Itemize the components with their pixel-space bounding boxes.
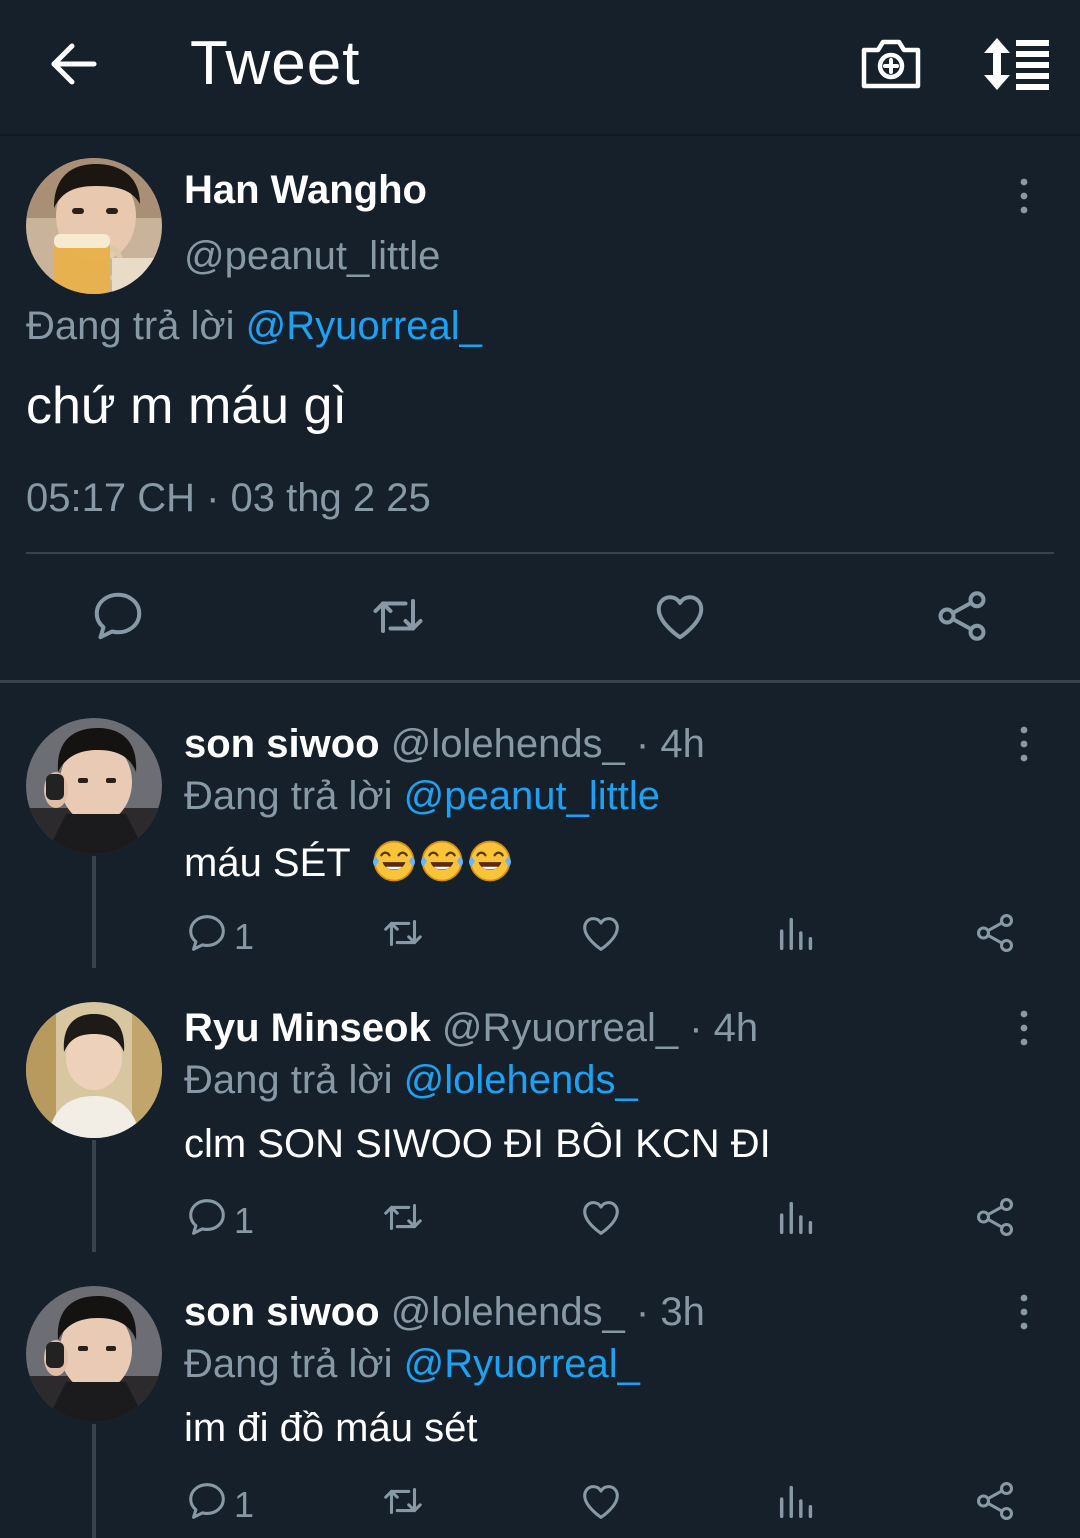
tweet-text: chứ m máu gì [26,377,347,435]
camera-add-icon[interactable] [858,34,924,94]
thread-line [92,1424,96,1538]
reply-button[interactable]: 1 [184,1194,284,1244]
replying-to-mention[interactable]: @lolehends_ [404,1058,638,1102]
retweet-icon[interactable] [368,586,428,646]
analytics-icon[interactable] [774,1478,820,1528]
replying-to: Đang trả lời @Ryuorreal_ [184,1342,640,1387]
reply-text: clm SON SIWOO ĐI BÔI KCN ĐI [184,1122,771,1166]
like-icon[interactable] [578,1194,624,1244]
main-tweet: Han Wangho @peanut_little Đang trả lời @… [0,136,1080,680]
more-options-icon[interactable] [1004,1292,1044,1342]
retweet-icon[interactable] [380,910,426,960]
reply-text-row: máu SÉT [184,838,513,886]
author-handle-time: @lolehends_ · 4h [390,722,705,766]
reply-icon [184,1194,230,1240]
share-icon[interactable] [972,1478,1018,1528]
avatar[interactable] [26,1286,162,1422]
share-icon[interactable] [972,1194,1018,1244]
author-handle-time: @Ryuorreal_ · 4h [441,1006,759,1050]
author-name[interactable]: Ryu Minseok [184,1006,431,1050]
reply-icon [184,910,230,956]
replying-to: Đang trả lời @lolehends_ [184,1058,638,1103]
replying-prefix: Đang trả lời [184,1342,393,1386]
author-name[interactable]: son siwoo [184,722,380,766]
like-icon[interactable] [650,586,710,646]
replying-prefix: Đang trả lời [184,774,393,818]
app-header: Tweet [0,0,1080,136]
reply-count: 1 [234,916,255,957]
replying-to-mention[interactable]: @peanut_little [404,774,660,818]
reply-button[interactable]: 1 [184,910,284,960]
reply-tweet[interactable]: son siwoo @lolehends_ · 4h Đang trả lời … [0,684,1080,968]
analytics-icon[interactable] [774,910,820,960]
more-options-icon[interactable] [1004,724,1044,774]
sort-replies-icon[interactable] [980,34,1052,94]
avatar[interactable] [26,158,162,294]
author-handle[interactable]: @peanut_little [184,234,440,279]
reply-count: 1 [234,1200,255,1241]
reply-tweet[interactable]: Ryu Minseok @Ryuorreal_ · 4h Đang trả lờ… [0,968,1080,1252]
divider [26,552,1054,554]
reply-icon[interactable] [88,586,148,646]
share-icon[interactable] [972,910,1018,960]
avatar[interactable] [26,1002,162,1138]
thread-line [92,1140,96,1252]
like-icon[interactable] [578,1478,624,1528]
reply-tweet[interactable]: son siwoo @lolehends_ · 3h Đang trả lời … [0,1252,1080,1538]
retweet-icon[interactable] [380,1478,426,1528]
replying-prefix: Đang trả lời [26,304,235,348]
back-arrow-icon[interactable] [44,34,104,94]
section-divider [0,680,1080,683]
reply-icon [184,1478,230,1524]
analytics-icon[interactable] [774,1194,820,1244]
like-icon[interactable] [578,910,624,960]
reply-button[interactable]: 1 [184,1478,284,1528]
laughing-emoji-icon [467,838,513,884]
author-handle-time: @lolehends_ · 3h [390,1290,705,1334]
page-title: Tweet [190,29,361,98]
author-name[interactable]: Han Wangho [184,168,427,213]
replying-to: Đang trả lời @peanut_little [184,774,660,819]
avatar[interactable] [26,718,162,854]
laughing-emoji-icon [419,838,465,884]
tweet-timestamp: 05:17 CH · 03 thg 2 25 [26,476,431,520]
reply-count: 1 [234,1484,255,1525]
replying-to: Đang trả lời @Ryuorreal_ [26,304,482,349]
reply-headline: son siwoo @lolehends_ · 3h [184,1290,705,1335]
replying-to-mention[interactable]: @Ryuorreal_ [404,1342,640,1386]
reply-headline: son siwoo @lolehends_ · 4h [184,722,705,767]
reply-text: im đi đồ máu sét [184,1406,478,1450]
thread-line [92,856,96,968]
reply-text: máu SÉT [184,841,350,885]
more-options-icon[interactable] [1004,176,1044,226]
retweet-icon[interactable] [380,1194,426,1244]
reply-headline: Ryu Minseok @Ryuorreal_ · 4h [184,1006,758,1051]
author-name[interactable]: son siwoo [184,1290,380,1334]
replying-prefix: Đang trả lời [184,1058,393,1102]
laughing-emoji-icon [371,838,417,884]
replying-to-mention[interactable]: @Ryuorreal_ [246,304,482,348]
share-icon[interactable] [932,586,992,646]
more-options-icon[interactable] [1004,1008,1044,1058]
